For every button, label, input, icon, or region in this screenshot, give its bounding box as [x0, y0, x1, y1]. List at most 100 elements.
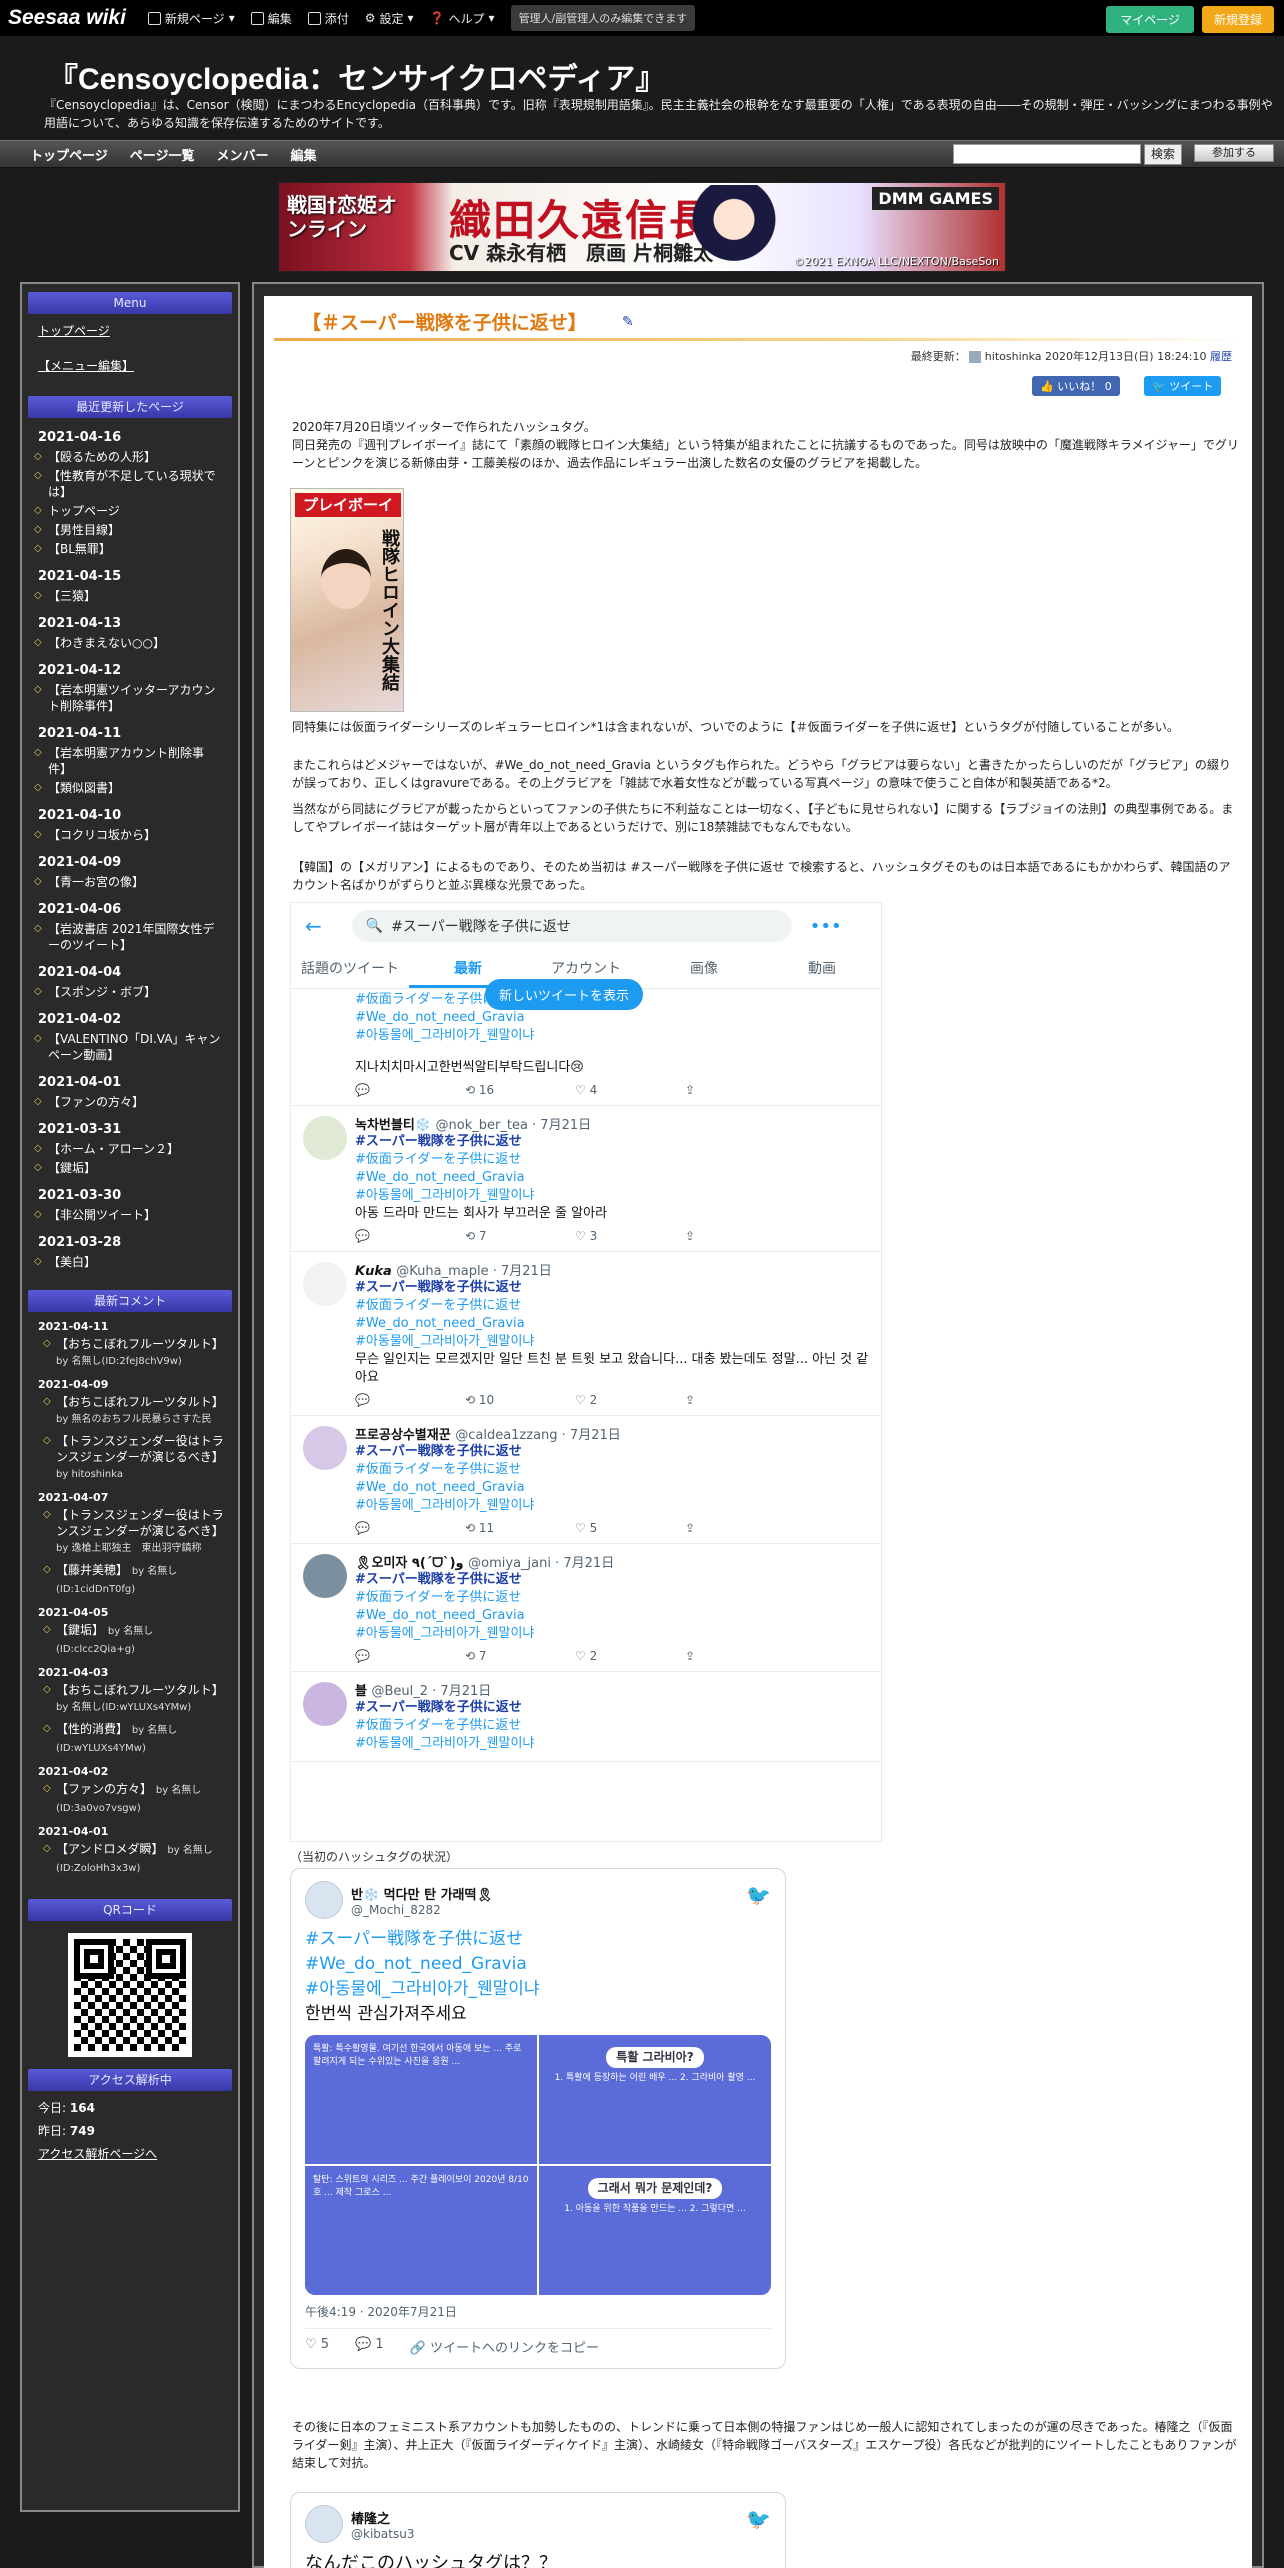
comment-page-link[interactable]: 【藤井美穂】: [56, 1563, 128, 1577]
recent-date: 2021-04-01: [38, 1075, 122, 1090]
recent-page-link[interactable]: 【VALENTINO「DI.VA」キャンペーン動画】: [48, 1032, 220, 1062]
tweet-author: 녹차번블티❄️ @nok_ber_tea · 7月21日: [355, 1114, 869, 1133]
article-content: 【＃スーパー戦隊を子供に返せ】 ✎ 最終更新： hitoshinka 2020年…: [264, 296, 1252, 2568]
recent-page-link[interactable]: 【ホーム・アローン２】: [48, 1142, 179, 1156]
copy-link-action[interactable]: 🔗 ツイートへのリンクをコピー: [410, 2337, 599, 2356]
recent-page-item: 【岩本明憲アカウント削除事件】: [34, 745, 222, 777]
recent-page-link[interactable]: 【鍵垢】: [48, 1161, 96, 1175]
access-heading: アクセス解析中: [28, 2069, 232, 2091]
comment-page-link[interactable]: 【おちこぼれフルーツタルト】: [56, 1395, 224, 1409]
comment-author: by hitoshinka: [56, 1469, 124, 1480]
recent-page-link[interactable]: 【ファンの方々】: [48, 1095, 144, 1109]
edit-menu[interactable]: 編集: [250, 10, 292, 27]
embedded-tweet[interactable]: 椿隆之 @kibatsu3 🐦 なんだこのハッシュタグは？？: [290, 2492, 786, 2568]
tweet-button[interactable]: 🐦 ツイート: [1144, 376, 1222, 396]
comment-item: 【アンドロメダ瞬】 by 名無し(ID:ZoloHh3x3w): [43, 1841, 228, 1877]
comment-page-link[interactable]: 【トランスジェンダー役はトランスジェンダーが演じるべき】: [56, 1434, 224, 1464]
author-handle: @Beul_2 · 7月21日: [371, 1684, 492, 1699]
recent-page-item: 【わきまえない○○】: [34, 635, 222, 651]
recent-page-item: 【スポンジ・ボブ】: [34, 984, 222, 1000]
sidebar-link-menu-edit[interactable]: 【メニュー編集】: [38, 357, 222, 374]
hashtag: #スーパー戦隊を子供に返せ: [355, 1444, 522, 1459]
recent-page-item: 【性教育が不足している現状では】: [34, 468, 222, 500]
facebook-like-button[interactable]: 👍 いいね！ 0: [1032, 376, 1120, 396]
comment-author: by 名無し(ID:2feJ8chV9w): [56, 1356, 182, 1367]
page-title: 【＃スーパー戦隊を子供に返せ】: [302, 312, 587, 334]
tweet-timestamp[interactable]: 午後4:19 · 2020年7月21日: [305, 2303, 771, 2329]
recent-page-link[interactable]: 【三猿】: [48, 589, 96, 603]
tweet-text: 아동 드라마 만드는 회사가 부끄러운 줄 알아라: [355, 1206, 608, 1221]
ad-banner[interactable]: 戦国†恋姫オンライン 織田久遠信長 CV 森永有栖 原画 片桐雛太 DMM GA…: [278, 182, 1006, 272]
comment-page-link[interactable]: 【アンドロメダ瞬】: [56, 1842, 164, 1856]
search-button[interactable]: 検索: [1144, 144, 1182, 165]
recent-page-link[interactable]: 【殴るための人形】: [48, 450, 156, 464]
avatar: [303, 1116, 347, 1160]
recent-page-link[interactable]: 【BL無罪】: [48, 542, 111, 556]
access-analytics-link[interactable]: アクセス解析ページへ: [38, 2145, 222, 2162]
hashtag: #仮面ライダーを子供に返せ: [355, 1590, 522, 1605]
history-link[interactable]: 履歴: [1210, 350, 1232, 363]
comment-page-link[interactable]: 【おちこぼれフルーツタルト】: [56, 1683, 224, 1697]
recent-page-link[interactable]: 【美白】: [48, 1255, 96, 1269]
comment-page-link[interactable]: 【トランスジェンダー役はトランスジェンダーが演じるべき】: [56, 1508, 224, 1538]
register-button[interactable]: 新規登録: [1201, 6, 1274, 33]
embedded-tweet[interactable]: 반❄️ 먹다만 탄 가래떡🎗 @_Mochi_8282 🐦 #スーパー戦隊を子供に…: [290, 1868, 786, 2369]
new-page-menu[interactable]: 新規ページ ▾: [147, 10, 235, 27]
recent-page-link[interactable]: 【性教育が不足している現状では】: [48, 469, 216, 499]
join-button[interactable]: 参加する: [1194, 144, 1274, 162]
nav-edit[interactable]: 編集: [291, 145, 317, 164]
comment-page-link[interactable]: 【鍵垢】: [56, 1623, 104, 1637]
comment-item: 【おちこぼれフルーツタルト】 by 名無し(ID:wYLUXs4YMw): [43, 1682, 228, 1716]
recent-page-link[interactable]: トップページ: [48, 504, 120, 518]
hashtag: #We_do_not_need_Gravia: [355, 1316, 525, 1331]
hashtag: #仮面ライダーを子供に返せ: [355, 1298, 522, 1313]
nav-members[interactable]: メンバー: [217, 145, 269, 164]
comment-page-link[interactable]: 【ファンの方々】: [56, 1782, 152, 1796]
comment-item: 【おちこぼれフルーツタルト】 by 無名のおちフル民暴らさすた民: [43, 1394, 228, 1428]
comment-date: 2021-04-03: [38, 1666, 109, 1679]
hashtag: #仮面ライダーを子供に返せ: [355, 1462, 522, 1477]
recent-page-link[interactable]: 【岩本明憲ツイッターアカウント削除事件】: [48, 683, 216, 713]
comment-author: by 逸槍上耶独主 東出羽守鎮称: [56, 1543, 202, 1554]
recent-page-link[interactable]: 【青一お宮の像】: [48, 875, 144, 889]
attach-menu[interactable]: 添付: [307, 10, 349, 27]
comment-page-link[interactable]: 【性的消費】: [56, 1722, 128, 1736]
like-count: ♡ 3: [575, 1229, 598, 1243]
hashtag: #スーパー戦隊を子供に返せ: [355, 1700, 522, 1715]
recent-page-link[interactable]: 【類似図書】: [48, 781, 120, 795]
heart-icon: ♡: [305, 2337, 317, 2352]
site-title[interactable]: 『Censoyclopedia：センサイクロペディア』: [48, 54, 665, 98]
recent-page-link[interactable]: 【コクリコ坂から】: [48, 828, 156, 842]
twitter-bird-icon: 🐦: [746, 2507, 771, 2531]
help-menu[interactable]: ❓ ヘルプ ▾: [430, 10, 495, 27]
comment-page-link[interactable]: 【おちこぼれフルーツタルト】: [56, 1337, 224, 1351]
hashtag: #아동물에_그라비아가_웬말이냐: [355, 1736, 535, 1751]
settings-menu[interactable]: ⚙ 設定 ▾: [365, 10, 414, 27]
nav-page-list[interactable]: ページ一覧: [130, 145, 195, 164]
reply-icon: 💬: [355, 1649, 370, 1663]
pencil-icon[interactable]: ✎: [622, 314, 638, 330]
share-icon: ⇪: [685, 1083, 696, 1097]
recent-comments-list: 2021-04-11 【おちこぼれフルーツタルト】 by 名無し(ID:2feJ8…: [22, 1320, 238, 1877]
share-icon: ⇪: [685, 1521, 696, 1535]
like-count: ♡ 2: [575, 1649, 598, 1663]
nav-top-page[interactable]: トップページ: [30, 145, 108, 164]
search-input[interactable]: [953, 144, 1141, 164]
recent-page-link[interactable]: 【岩波書店 2021年国際女性デーのツイート】: [48, 922, 214, 952]
sidebar-link-top[interactable]: トップページ: [38, 322, 222, 339]
recent-page-link[interactable]: 【非公開ツイート】: [48, 1208, 156, 1222]
reply-icon: 💬: [355, 1083, 370, 1097]
recent-page-link[interactable]: 【スポンジ・ボブ】: [48, 985, 156, 999]
magazine-model: [321, 549, 371, 609]
reply-action[interactable]: 💬 1: [355, 2337, 384, 2356]
seesaa-wiki-logo[interactable]: Seesaa wiki: [8, 6, 126, 30]
mypage-button[interactable]: マイページ: [1106, 6, 1194, 33]
avatar: [303, 1682, 347, 1726]
recent-page-link[interactable]: 【男性目線】: [48, 523, 120, 537]
recent-page-item: 【男性目線】: [34, 522, 222, 538]
recent-page-item: 【類似図書】: [34, 780, 222, 796]
tweet-actions: 💬 ⟲ 16 ♡ 4 ⇪: [355, 1083, 869, 1097]
recent-page-link[interactable]: 【岩本明憲アカウント削除事件】: [48, 746, 204, 776]
like-action[interactable]: ♡ 5: [305, 2337, 329, 2356]
recent-page-link[interactable]: 【わきまえない○○】: [48, 636, 165, 650]
